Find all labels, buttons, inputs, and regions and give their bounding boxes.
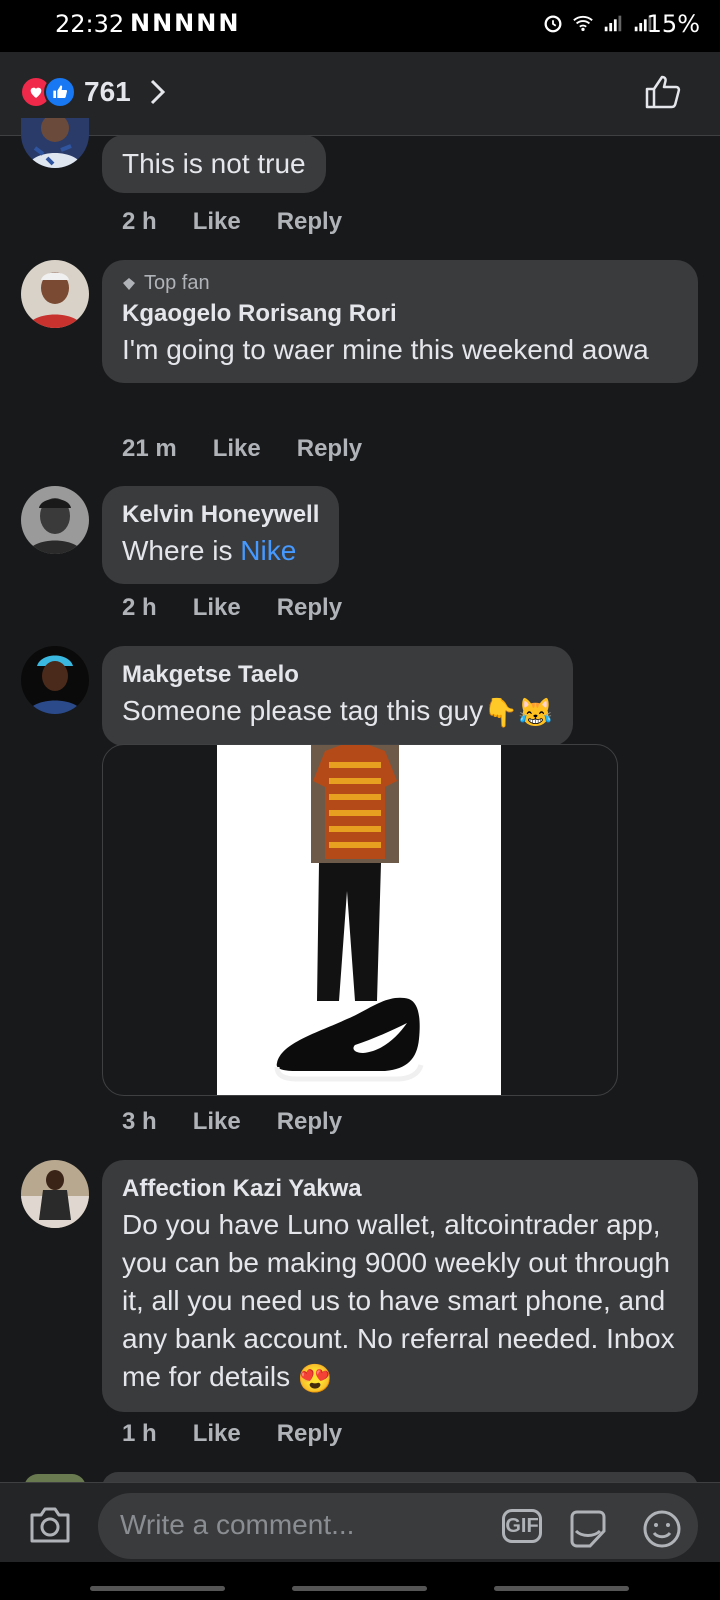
status-time: 22:32 bbox=[55, 10, 125, 38]
status-bar: 22:32 NNNNN 15% bbox=[0, 0, 720, 52]
reaction-count: 761 bbox=[84, 76, 131, 107]
comment-text-content: Where is bbox=[122, 535, 241, 566]
alarm-icon bbox=[544, 15, 562, 33]
comment-actions: 21 m Like Reply bbox=[122, 435, 362, 463]
like-button[interactable]: Like bbox=[213, 435, 261, 463]
commenter-name[interactable]: Affection Kazi Yakwa bbox=[122, 1172, 678, 1206]
commenter-name[interactable]: Makgetse Taelo bbox=[122, 658, 553, 692]
comment-text: I'm going to waer mine this weekend aowa bbox=[122, 334, 649, 365]
comment-time: 2 h bbox=[122, 594, 157, 621]
like-button[interactable]: Like bbox=[193, 1108, 241, 1136]
comment-text: This is not true bbox=[122, 148, 306, 179]
comment-time: 1 h bbox=[122, 1420, 157, 1447]
wifi-icon bbox=[573, 15, 593, 32]
reply-button[interactable]: Reply bbox=[297, 435, 362, 463]
comment-time: 2 h bbox=[122, 208, 157, 235]
status-icons bbox=[542, 12, 654, 34]
reactions-header: 761 bbox=[0, 52, 720, 136]
navigation-bar bbox=[0, 1562, 720, 1600]
comment-image[interactable] bbox=[102, 744, 618, 1096]
outfit-image bbox=[274, 745, 424, 1082]
nav-handle[interactable] bbox=[292, 1586, 427, 1591]
comment-text: Where is Nike bbox=[122, 532, 319, 570]
like-icon[interactable] bbox=[644, 74, 682, 110]
top-fan-label: Top fan bbox=[144, 272, 210, 294]
like-button[interactable]: Like bbox=[193, 208, 241, 236]
commenter-name[interactable]: Kelvin Honeywell bbox=[122, 498, 319, 532]
emoji: 😍 bbox=[297, 1362, 333, 1394]
reactions-summary[interactable]: 761 bbox=[20, 76, 167, 108]
avatar[interactable] bbox=[21, 486, 89, 554]
avatar[interactable] bbox=[21, 118, 89, 168]
comment-time: 3 h bbox=[122, 1108, 157, 1135]
comment-text: Do you have Luno wallet, altcointrader a… bbox=[122, 1206, 678, 1398]
nav-handle[interactable] bbox=[90, 1586, 225, 1591]
mention-link[interactable]: Nike bbox=[240, 535, 296, 566]
comment-text-content: Someone please tag this guy bbox=[122, 695, 484, 726]
like-reaction-icon bbox=[44, 76, 76, 108]
reply-button[interactable]: Reply bbox=[277, 208, 342, 236]
comment-bubble[interactable]: Affection Kazi Yakwa Do you have Luno wa… bbox=[102, 1160, 698, 1412]
like-button[interactable]: Like bbox=[193, 594, 241, 622]
signal-icon bbox=[604, 15, 622, 32]
comment-text-content: Do you have Luno wallet, altcointrader a… bbox=[122, 1209, 675, 1392]
avatar[interactable] bbox=[21, 1160, 89, 1228]
reply-button[interactable]: Reply bbox=[277, 594, 342, 622]
avatar[interactable] bbox=[21, 260, 89, 328]
chevron-right-icon bbox=[150, 79, 165, 105]
reply-button[interactable]: Reply bbox=[277, 1420, 342, 1448]
commenter-name[interactable]: Kgaogelo Rorisang Rori bbox=[122, 297, 678, 331]
comment-actions: 2 h Like Reply bbox=[122, 594, 342, 622]
gif-button[interactable]: GIF bbox=[502, 1509, 542, 1543]
comment-bubble[interactable]: Top fan Kgaogelo Rorisang Rori I'm going… bbox=[102, 260, 698, 383]
emoji-icon[interactable] bbox=[642, 1509, 682, 1549]
comment-text: Someone please tag this guy👇😹 bbox=[122, 692, 553, 732]
reply-button[interactable]: Reply bbox=[277, 1108, 342, 1136]
comment-bubble[interactable]: Makgetse Taelo Someone please tag this g… bbox=[102, 646, 573, 746]
comment-input[interactable]: Write a comment... GIF bbox=[98, 1493, 698, 1559]
comment-bubble[interactable]: This is not true bbox=[102, 135, 326, 193]
notification-icons: NNNNN bbox=[130, 9, 241, 37]
camera-icon[interactable] bbox=[28, 1505, 72, 1545]
nav-handle[interactable] bbox=[494, 1586, 629, 1591]
comment-placeholder: Write a comment... bbox=[120, 1509, 355, 1540]
comment-actions: 3 h Like Reply bbox=[122, 1108, 342, 1136]
top-fan-badge: Top fan bbox=[122, 272, 678, 295]
comment-time: 21 m bbox=[122, 435, 177, 462]
like-button[interactable]: Like bbox=[193, 1420, 241, 1448]
comment-actions: 2 h Like Reply bbox=[122, 208, 342, 236]
emoji: 👇😹 bbox=[483, 696, 553, 728]
comment-composer: Write a comment... GIF bbox=[0, 1482, 720, 1563]
battery-level: 15% bbox=[646, 10, 700, 38]
diamond-icon bbox=[123, 277, 135, 290]
comment-actions: 1 h Like Reply bbox=[122, 1420, 342, 1448]
comment-bubble[interactable]: Kelvin Honeywell Where is Nike bbox=[102, 486, 340, 584]
avatar[interactable] bbox=[21, 646, 89, 714]
sticker-icon[interactable] bbox=[566, 1509, 610, 1549]
